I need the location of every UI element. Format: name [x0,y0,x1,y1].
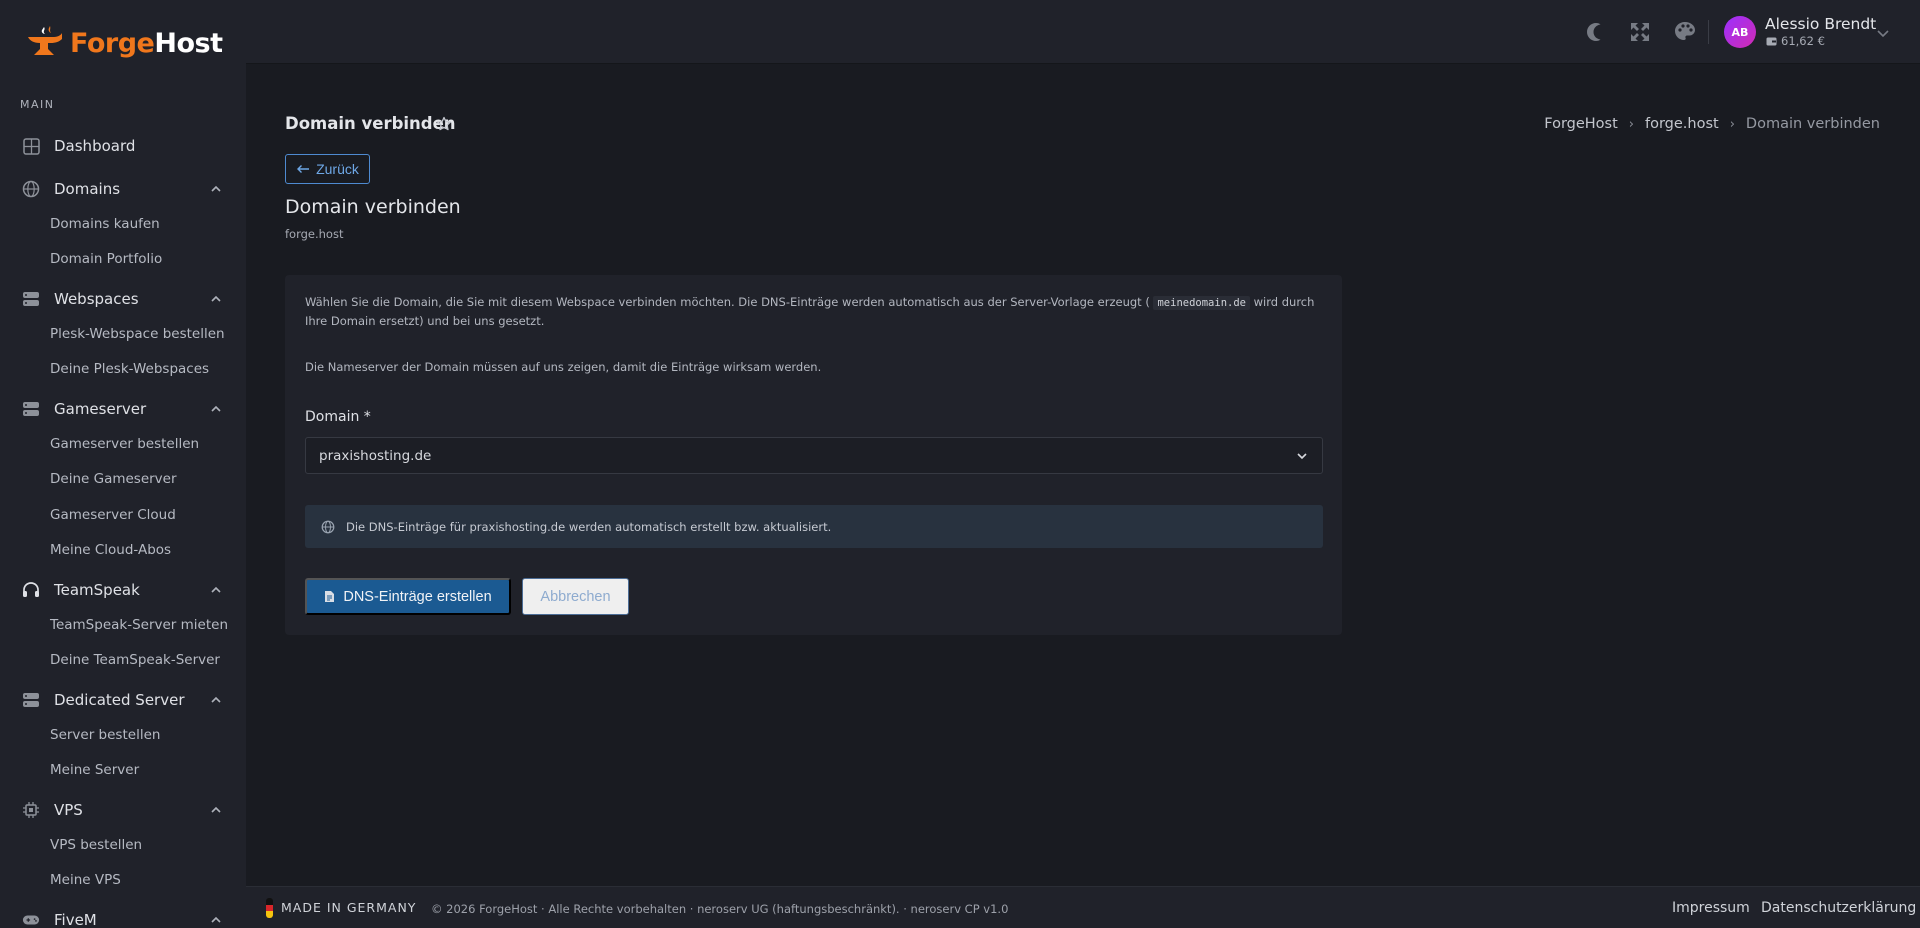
sidebar-item-label: FiveM [54,911,97,928]
wallet-icon [1766,37,1777,46]
sidebar-subitem-gameserver-cloud[interactable]: Gameserver Cloud [50,507,176,523]
sidebar-item-vps[interactable]: VPS [0,793,246,827]
sidebar-subitem-domain-portfolio[interactable]: Domain Portfolio [50,251,162,267]
user-balance: 61,62 € [1766,34,1825,48]
moon-icon[interactable] [1581,20,1605,44]
chevron-up-icon [211,295,221,302]
sidebar-item-webspaces[interactable]: Webspaces [0,282,246,316]
sidebar-subitem-deine-gameserver[interactable]: Deine Gameserver [50,471,177,487]
brand-name: ForgeHost [70,27,223,59]
placeholder-domain-code: meinedomain.de [1153,296,1250,310]
sidebar-item-teamspeak[interactable]: TeamSpeak [0,573,246,607]
back-button-label: Zurück [316,161,359,177]
sidebar-subitem-domains-kaufen[interactable]: Domains kaufen [50,216,160,232]
sidebar-item-label: TeamSpeak [54,581,140,599]
palette-icon[interactable] [1673,20,1697,44]
sidebar: ForgeHost MAIN Dashboard Domains Domains… [0,0,246,928]
domain-select[interactable]: praxishosting.de [305,437,1323,474]
domain-label: Domain * [305,409,371,425]
chevron-up-icon [211,916,221,923]
sidebar-subitem-gameserver-bestellen[interactable]: Gameserver bestellen [50,436,199,452]
copyright: © 2026 ForgeHost · Alle Rechte vorbehalt… [431,902,1009,916]
sidebar-subitem-vps-bestellen[interactable]: VPS bestellen [50,837,142,853]
cancel-button[interactable]: Abbrechen [522,578,629,615]
chevron-right-icon: › [1729,116,1735,132]
sidebar-subitem-plesk-webspaces[interactable]: Deine Plesk-Webspaces [50,361,209,377]
server-icon [22,691,40,709]
balance-value: 61,62 € [1781,34,1825,48]
chevron-up-icon [211,696,221,703]
document-icon [325,591,335,602]
user-name[interactable]: Alessio Brendt [1765,15,1876,33]
sidebar-subitem-teamspeak-server[interactable]: Deine TeamSpeak-Server [50,652,220,668]
back-button[interactable]: Zurück [285,154,370,184]
avatar[interactable]: AB [1724,16,1756,48]
dashboard-icon [22,137,40,155]
info-alert-text: Die DNS-Einträge für praxishosting.de we… [346,519,832,534]
sidebar-subitem-meine-server[interactable]: Meine Server [50,762,139,778]
info-alert: Die DNS-Einträge für praxishosting.de we… [305,505,1323,548]
chevron-right-icon: › [1628,116,1634,132]
sidebar-subitem-cloud-abos[interactable]: Meine Cloud-Abos [50,542,171,558]
sidebar-item-label: VPS [54,801,83,819]
footer: MADE IN GERMANY © 2026 ForgeHost · Alle … [246,886,1920,928]
divider [1708,20,1709,44]
globe-icon [22,180,40,198]
intro-text: Wählen Sie die Domain, die Sie mit diese… [305,295,1315,328]
breadcrumb-item-current: Domain verbinden [1745,116,1880,132]
sidebar-subitem-server-bestellen[interactable]: Server bestellen [50,727,160,743]
anvil-flame-icon [28,26,62,55]
sidebar-item-gameserver[interactable]: Gameserver [0,392,246,426]
chevron-up-icon [211,586,221,593]
privacy-link[interactable]: Datenschutzerklärung [1761,900,1916,916]
chevron-down-icon[interactable] [1876,26,1890,40]
cpu-icon [22,801,40,819]
create-dns-records-label: DNS-Einträge erstellen [343,588,492,605]
sidebar-subitem-plesk-bestellen[interactable]: Plesk-Webspace bestellen [50,326,225,342]
sidebar-item-fivem[interactable]: FiveM [0,903,246,928]
gamepad-icon [22,911,40,928]
fullscreen-icon[interactable] [1628,20,1652,44]
sidebar-item-label: Domains [54,180,121,198]
chevron-up-icon [211,806,221,813]
globe-icon [321,520,335,534]
made-in-germany: MADE IN GERMANY [281,900,417,915]
sidebar-item-dashboard[interactable]: Dashboard [0,129,246,163]
breadcrumb-item-site[interactable]: forge.host [1645,116,1719,132]
page-title: Domain verbinden [285,114,456,133]
brand-logo[interactable]: ForgeHost [24,24,223,62]
sidebar-section-main: MAIN [20,98,55,111]
server-icon [22,290,40,308]
section-heading: Domain verbinden [285,196,461,218]
breadcrumb: ForgeHost › forge.host › Domain verbinde… [1544,116,1880,132]
connect-domain-card: Wählen Sie die Domain, die Sie mit diese… [285,275,1342,635]
impressum-link[interactable]: Impressum [1672,900,1750,916]
section-subheading: forge.host [285,227,344,241]
chevron-up-icon [211,185,221,192]
chevron-down-icon [1297,453,1307,460]
sidebar-item-label: Gameserver [54,400,147,418]
arrow-left-icon [297,165,310,173]
sidebar-subitem-teamspeak-mieten[interactable]: TeamSpeak-Server mieten [50,617,228,633]
server-icon [22,400,40,418]
sidebar-item-label: Dedicated Server [54,691,185,709]
sidebar-item-label: Dashboard [54,137,136,155]
chevron-up-icon [211,405,221,412]
breadcrumb-item-home[interactable]: ForgeHost [1544,116,1618,132]
nameserver-note: Die Nameserver der Domain müssen auf uns… [305,360,822,374]
create-dns-records-button[interactable]: DNS-Einträge erstellen [305,578,511,615]
headphones-icon [22,581,40,599]
sidebar-item-dedicated-server[interactable]: Dedicated Server [0,683,246,717]
domain-select-value: praxishosting.de [319,447,432,464]
germany-flag-icon [266,898,273,918]
sidebar-item-domains[interactable]: Domains [0,172,246,206]
sidebar-item-label: Webspaces [54,290,139,308]
sidebar-subitem-meine-vps[interactable]: Meine VPS [50,872,121,888]
star-icon[interactable] [436,116,452,132]
topbar [246,0,1920,64]
